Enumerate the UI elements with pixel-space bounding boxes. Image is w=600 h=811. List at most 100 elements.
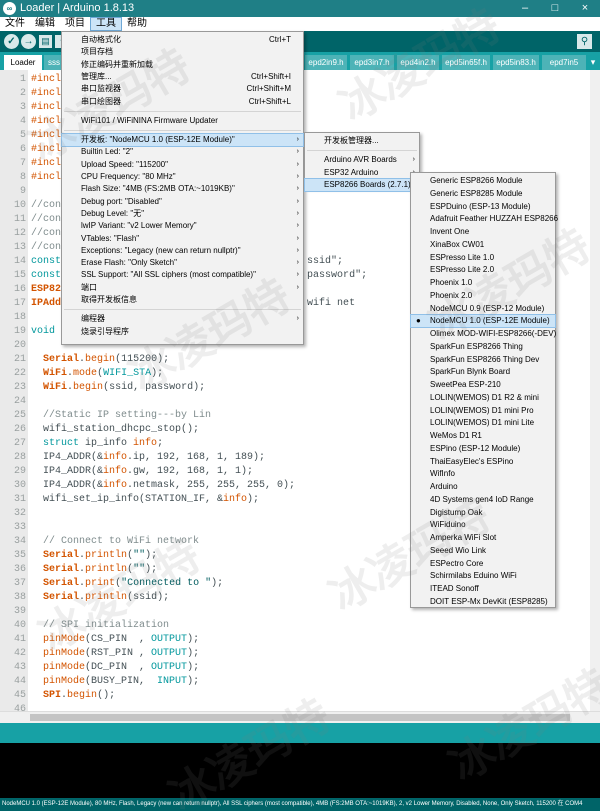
- menu-project[interactable]: 项目: [60, 17, 90, 31]
- tab-loader[interactable]: Loader: [4, 55, 42, 70]
- esp-board-item[interactable]: ● NodeMCU 1.0 (ESP-12E Module): [410, 314, 556, 329]
- esp-board-item[interactable]: Generic ESP8285 Module: [411, 188, 555, 200]
- tools-menu-item[interactable]: Debug port: "Disabled" ›: [62, 196, 303, 208]
- code-line[interactable]: pinMode(DC_PIN , OUTPUT);: [31, 661, 199, 675]
- esp-board-item[interactable]: SparkFun ESP8266 Thing Dev: [411, 354, 555, 366]
- close-button[interactable]: ×: [570, 0, 600, 17]
- esp-board-item[interactable]: WifInfo: [411, 468, 555, 480]
- tab-overflow-button[interactable]: ▾: [588, 55, 598, 70]
- esp-board-item[interactable]: DOIT ESP-Mx DevKit (ESP8285): [411, 596, 555, 608]
- esp-board-item[interactable]: LOLIN(WEMOS) D1 R2 & mini: [411, 392, 555, 404]
- esp-board-item[interactable]: LOLIN(WEMOS) D1 mini Lite: [411, 417, 555, 429]
- editor-horizontal-scrollbar[interactable]: [0, 711, 600, 723]
- tools-menu-item[interactable]: 烧录引导程序: [62, 326, 303, 338]
- menu-tools[interactable]: 工具: [90, 17, 122, 31]
- menu-file[interactable]: 文件: [0, 17, 30, 31]
- code-line[interactable]: //con: [31, 199, 61, 213]
- tab-epd5in65f[interactable]: epd5in65f.h: [442, 55, 490, 70]
- code-line[interactable]: Serial.begin(115200);: [31, 353, 169, 367]
- board-menu-item[interactable]: Arduino AVR Boards ›: [305, 154, 419, 166]
- tools-menu-item[interactable]: 自动格式化 Ctrl+T: [62, 34, 303, 46]
- board-menu-item[interactable]: 开发板管理器...: [305, 135, 419, 147]
- code-line[interactable]: struct ip_info info;: [31, 437, 163, 451]
- editor-vertical-scrollbar[interactable]: [590, 70, 600, 711]
- tools-menu-item[interactable]: WiFi101 / WiFiNINA Firmware Updater: [62, 115, 303, 127]
- esp-board-item[interactable]: 4D Systems gen4 IoD Range: [411, 494, 555, 506]
- tools-menu-item[interactable]: SSL Support: "All SSL ciphers (most comp…: [62, 269, 303, 281]
- code-line[interactable]: Serial.print("Connected to ");: [31, 577, 223, 591]
- code-line[interactable]: IP4_ADDR(&info.ip, 192, 168, 1, 189);: [31, 451, 265, 465]
- code-line[interactable]: Serial.println("");: [31, 549, 157, 563]
- code-line[interactable]: //con: [31, 241, 61, 255]
- code-line[interactable]: Serial.println(ssid);: [31, 591, 169, 605]
- tools-menu-item[interactable]: 项目存档: [62, 46, 303, 58]
- tools-menu-item[interactable]: Builtin Led: "2" ›: [62, 146, 303, 158]
- code-line[interactable]: // SPI initialization: [31, 619, 169, 633]
- esp-board-item[interactable]: ESPectro Core: [411, 558, 555, 570]
- code-line[interactable]: pinMode(BUSY_PIN, INPUT);: [31, 675, 199, 689]
- board-menu-item[interactable]: ESP8266 Boards (2.7.1)›: [304, 177, 420, 192]
- esp-board-item[interactable]: ESPresso Lite 1.0: [411, 252, 555, 264]
- tools-menu-item[interactable]: CPU Frequency: "80 MHz" ›: [62, 171, 303, 183]
- esp-board-item[interactable]: Olimex MOD-WIFI-ESP8266(-DEV): [411, 328, 556, 340]
- esp-board-item[interactable]: ESPDuino (ESP-13 Module): [411, 201, 555, 213]
- menu-help[interactable]: 帮助: [122, 17, 152, 31]
- esp-board-item[interactable]: SparkFun Blynk Board: [411, 366, 555, 378]
- tab-epd2in9[interactable]: epd2in9.h: [305, 55, 347, 70]
- menu-edit[interactable]: 编辑: [30, 17, 60, 31]
- tools-menu-item[interactable]: 管理库... Ctrl+Shift+I: [62, 71, 303, 83]
- code-line[interactable]: //con: [31, 227, 61, 241]
- tools-menu-item[interactable]: lwIP Variant: "v2 Lower Memory" ›: [62, 220, 303, 232]
- esp-board-item[interactable]: ITEAD Sonoff: [411, 583, 555, 595]
- tools-menu-item[interactable]: Debug Level: "无" ›: [62, 208, 303, 220]
- code-line[interactable]: // Connect to WiFi network: [31, 535, 199, 549]
- code-line[interactable]: WiFi.begin(ssid, password);: [31, 381, 205, 395]
- tools-menu-item[interactable]: Upload Speed: "115200" ›: [62, 159, 303, 171]
- tools-menu-item[interactable]: 串口监视器 Ctrl+Shift+M: [62, 83, 303, 95]
- tools-menu-item[interactable]: 端口 ›: [62, 282, 303, 294]
- esp-board-item[interactable]: Arduino: [411, 481, 555, 493]
- esp-board-item[interactable]: ESPino (ESP-12 Module): [411, 443, 555, 455]
- code-line[interactable]: IP4_ADDR(&info.netmask, 255, 255, 255, 0…: [31, 479, 295, 493]
- esp-board-item[interactable]: ESPresso Lite 2.0: [411, 264, 555, 276]
- tab-epd3in7[interactable]: epd3in7.h: [350, 55, 394, 70]
- esp-board-item[interactable]: Seeed Wio Link: [411, 545, 555, 557]
- code-line[interactable]: ESP82: [31, 283, 61, 297]
- esp-board-item[interactable]: Adafruit Feather HUZZAH ESP8266: [411, 213, 558, 225]
- new-sketch-button[interactable]: ▤: [39, 35, 52, 48]
- code-line[interactable]: SPI.begin();: [31, 689, 115, 703]
- tools-menu-item[interactable]: Exceptions: "Legacy (new can return null…: [62, 245, 303, 257]
- code-line[interactable]: pinMode(CS_PIN , OUTPUT);: [31, 633, 199, 647]
- esp-board-item[interactable]: Digistump Oak: [411, 507, 555, 519]
- esp-board-item[interactable]: ThaiEasyElec's ESPino: [411, 456, 555, 468]
- board-menu-item[interactable]: ESP32 Arduino›: [305, 167, 419, 179]
- esp-board-item[interactable]: LOLIN(WEMOS) D1 mini Pro: [411, 405, 555, 417]
- tools-menu-item[interactable]: Erase Flash: "Only Sketch" ›: [62, 257, 303, 269]
- code-line[interactable]: pinMode(RST_PIN , OUTPUT);: [31, 647, 199, 661]
- esp-board-item[interactable]: WiFiduino: [411, 519, 555, 531]
- esp-board-item[interactable]: XinaBox CW01: [411, 239, 555, 251]
- code-line[interactable]: void: [31, 325, 55, 339]
- esp-board-item[interactable]: WeMos D1 R1: [411, 430, 555, 442]
- minimize-button[interactable]: –: [510, 0, 540, 17]
- scroll-thumb[interactable]: [30, 714, 570, 721]
- esp-board-item[interactable]: Generic ESP8266 Module: [411, 175, 555, 187]
- tools-menu-item[interactable]: 开发板: "NodeMCU 1.0 (ESP-12E Module)" ›: [61, 133, 304, 148]
- esp-board-item[interactable]: Invent One: [411, 226, 555, 238]
- code-line[interactable]: IP4_ADDR(&info.gw, 192, 168, 1, 1);: [31, 465, 253, 479]
- esp-board-item[interactable]: Phoenix 1.0: [411, 277, 555, 289]
- tab-epd4in2[interactable]: epd4in2.h: [397, 55, 439, 70]
- tools-menu-item[interactable]: Flash Size: "4MB (FS:2MB OTA:~1019KB)" ›: [62, 183, 303, 195]
- tools-menu-item[interactable]: 取得开发板信息: [62, 294, 303, 306]
- tools-menu-item[interactable]: VTables: "Flash" ›: [62, 233, 303, 245]
- tools-menu-item[interactable]: 修正编码并重新加载: [62, 59, 303, 71]
- code-line[interactable]: //Static IP setting---by Lin: [31, 409, 211, 423]
- tab-epd5in83[interactable]: epd5in83.h: [493, 55, 539, 70]
- code-line[interactable]: WiFi.mode(WIFI_STA);: [31, 367, 163, 381]
- code-line[interactable]: //con: [31, 213, 61, 227]
- esp-board-item[interactable]: Schirmilabs Eduino WiFi: [411, 570, 555, 582]
- upload-button[interactable]: →: [21, 34, 36, 49]
- esp-board-item[interactable]: NodeMCU 0.9 (ESP-12 Module): [411, 303, 555, 315]
- code-line[interactable]: wifi_set_ip_info(STATION_IF, &info);: [31, 493, 259, 507]
- code-line[interactable]: wifi_station_dhcpc_stop();: [31, 423, 199, 437]
